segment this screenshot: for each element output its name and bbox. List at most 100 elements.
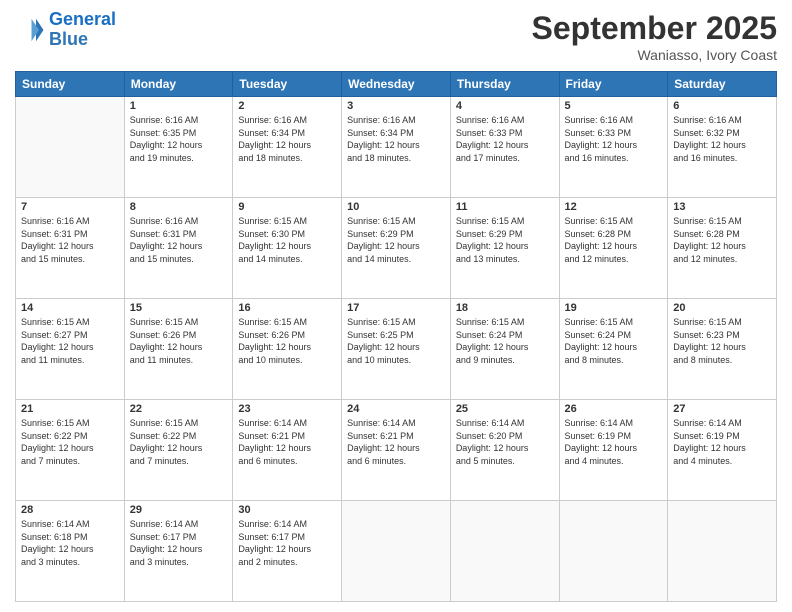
weekday-header: Sunday [16,72,125,97]
calendar-cell: 6 Sunrise: 6:16 AM Sunset: 6:32 PM Daylig… [668,97,777,198]
calendar-cell [668,501,777,602]
calendar-cell: 20 Sunrise: 6:15 AM Sunset: 6:23 PM Dayli… [668,299,777,400]
day-info: Sunrise: 6:15 AM Sunset: 6:30 PM Dayligh… [238,215,336,265]
calendar-cell: 29 Sunrise: 6:14 AM Sunset: 6:17 PM Dayli… [124,501,233,602]
calendar-cell: 21Sunrise: 6:15 AM Sunset: 6:22 PM Dayli… [16,400,125,501]
day-info: Sunrise: 6:14 AM Sunset: 6:21 PM Dayligh… [347,417,445,467]
weekday-header: Saturday [668,72,777,97]
logo-text: General Blue [49,10,116,50]
day-number: 5 [565,100,663,112]
calendar-cell: 15 Sunrise: 6:15 AM Sunset: 6:26 PM Dayli… [124,299,233,400]
day-info: Sunrise: 6:16 AM Sunset: 6:34 PM Dayligh… [238,114,336,164]
logo-line2: Blue [49,29,88,49]
day-info: Sunrise: 6:16 AM Sunset: 6:35 PM Dayligh… [130,114,228,164]
day-number: 6 [673,100,771,112]
day-number: 9 [238,201,336,213]
title-block: September 2025 Waniasso, Ivory Coast [532,10,777,63]
day-info: Sunrise: 6:15 AM Sunset: 6:27 PM Dayligh… [21,316,119,366]
calendar-week-row: 7 Sunrise: 6:16 AM Sunset: 6:31 PM Daylig… [16,198,777,299]
day-info: Sunrise: 6:15 AM Sunset: 6:26 PM Dayligh… [130,316,228,366]
calendar-cell: 24 Sunrise: 6:14 AM Sunset: 6:21 PM Dayli… [342,400,451,501]
calendar-cell: 9 Sunrise: 6:15 AM Sunset: 6:30 PM Daylig… [233,198,342,299]
day-number: 22 [130,403,228,415]
day-number: 11 [456,201,554,213]
weekday-header: Wednesday [342,72,451,97]
calendar-week-row: 28 Sunrise: 6:14 AM Sunset: 6:18 PM Dayli… [16,501,777,602]
logo: General Blue [15,10,116,50]
day-number: 8 [130,201,228,213]
day-info: Sunrise: 6:14 AM Sunset: 6:19 PM Dayligh… [565,417,663,467]
day-number: 3 [347,100,445,112]
day-number: 26 [565,403,663,415]
weekday-header: Tuesday [233,72,342,97]
calendar-cell: 14Sunrise: 6:15 AM Sunset: 6:27 PM Dayli… [16,299,125,400]
calendar-cell: 12 Sunrise: 6:15 AM Sunset: 6:28 PM Dayli… [559,198,668,299]
calendar-cell: 17 Sunrise: 6:15 AM Sunset: 6:25 PM Dayli… [342,299,451,400]
day-number: 7 [21,201,119,213]
day-number: 27 [673,403,771,415]
day-number: 30 [238,504,336,516]
calendar-cell: 30 Sunrise: 6:14 AM Sunset: 6:17 PM Dayli… [233,501,342,602]
day-number: 19 [565,302,663,314]
day-number: 4 [456,100,554,112]
day-number: 10 [347,201,445,213]
day-info: Sunrise: 6:14 AM Sunset: 6:21 PM Dayligh… [238,417,336,467]
day-info: Sunrise: 6:16 AM Sunset: 6:33 PM Dayligh… [565,114,663,164]
calendar-cell: 19Sunrise: 6:15 AM Sunset: 6:24 PM Dayli… [559,299,668,400]
day-number: 24 [347,403,445,415]
day-info: Sunrise: 6:14 AM Sunset: 6:20 PM Dayligh… [456,417,554,467]
calendar-cell: 2Sunrise: 6:16 AM Sunset: 6:34 PM Daylig… [233,97,342,198]
calendar-cell: 11 Sunrise: 6:15 AM Sunset: 6:29 PM Dayli… [450,198,559,299]
day-number: 25 [456,403,554,415]
day-info: Sunrise: 6:16 AM Sunset: 6:32 PM Dayligh… [673,114,771,164]
page: General Blue September 2025 Waniasso, Iv… [0,0,792,612]
day-info: Sunrise: 6:16 AM Sunset: 6:34 PM Dayligh… [347,114,445,164]
logo-line1: General [49,9,116,29]
weekday-header: Friday [559,72,668,97]
day-info: Sunrise: 6:15 AM Sunset: 6:24 PM Dayligh… [456,316,554,366]
calendar-cell: 5 Sunrise: 6:16 AM Sunset: 6:33 PM Daylig… [559,97,668,198]
day-info: Sunrise: 6:14 AM Sunset: 6:17 PM Dayligh… [130,518,228,568]
weekday-header: Monday [124,72,233,97]
day-info: Sunrise: 6:16 AM Sunset: 6:33 PM Dayligh… [456,114,554,164]
day-number: 17 [347,302,445,314]
day-info: Sunrise: 6:15 AM Sunset: 6:23 PM Dayligh… [673,316,771,366]
day-number: 21 [21,403,119,415]
day-info: Sunrise: 6:14 AM Sunset: 6:17 PM Dayligh… [238,518,336,568]
calendar-cell: 16Sunrise: 6:15 AM Sunset: 6:26 PM Dayli… [233,299,342,400]
day-info: Sunrise: 6:15 AM Sunset: 6:28 PM Dayligh… [673,215,771,265]
day-info: Sunrise: 6:15 AM Sunset: 6:25 PM Dayligh… [347,316,445,366]
day-info: Sunrise: 6:15 AM Sunset: 6:29 PM Dayligh… [456,215,554,265]
day-info: Sunrise: 6:15 AM Sunset: 6:29 PM Dayligh… [347,215,445,265]
calendar-cell: 28 Sunrise: 6:14 AM Sunset: 6:18 PM Dayli… [16,501,125,602]
day-info: Sunrise: 6:15 AM Sunset: 6:28 PM Dayligh… [565,215,663,265]
calendar-cell: 7 Sunrise: 6:16 AM Sunset: 6:31 PM Daylig… [16,198,125,299]
calendar-cell: 23 Sunrise: 6:14 AM Sunset: 6:21 PM Dayli… [233,400,342,501]
day-number: 16 [238,302,336,314]
calendar-cell: 22 Sunrise: 6:15 AM Sunset: 6:22 PM Dayli… [124,400,233,501]
day-number: 28 [21,504,119,516]
day-number: 15 [130,302,228,314]
day-info: Sunrise: 6:16 AM Sunset: 6:31 PM Dayligh… [21,215,119,265]
day-number: 23 [238,403,336,415]
calendar-cell [16,97,125,198]
calendar-cell [559,501,668,602]
month-title: September 2025 [532,10,777,47]
day-number: 20 [673,302,771,314]
calendar-cell: 18 Sunrise: 6:15 AM Sunset: 6:24 PM Dayli… [450,299,559,400]
day-number: 18 [456,302,554,314]
location: Waniasso, Ivory Coast [532,47,777,63]
day-info: Sunrise: 6:16 AM Sunset: 6:31 PM Dayligh… [130,215,228,265]
header: General Blue September 2025 Waniasso, Iv… [15,10,777,63]
day-number: 29 [130,504,228,516]
calendar-cell: 8 Sunrise: 6:16 AM Sunset: 6:31 PM Daylig… [124,198,233,299]
day-info: Sunrise: 6:14 AM Sunset: 6:18 PM Dayligh… [21,518,119,568]
day-info: Sunrise: 6:15 AM Sunset: 6:22 PM Dayligh… [130,417,228,467]
calendar-cell: 26 Sunrise: 6:14 AM Sunset: 6:19 PM Dayli… [559,400,668,501]
calendar-cell [450,501,559,602]
weekday-header: Thursday [450,72,559,97]
calendar-week-row: 21 Sunrise: 6:15 AM Sunset: 6:22 PM Dayli… [16,400,777,501]
calendar-table: SundayMondayTuesdayWednesdayThursdayFrid… [15,71,777,602]
day-number: 12 [565,201,663,213]
calendar-week-row: 14Sunrise: 6:15 AM Sunset: 6:27 PM Dayli… [16,299,777,400]
